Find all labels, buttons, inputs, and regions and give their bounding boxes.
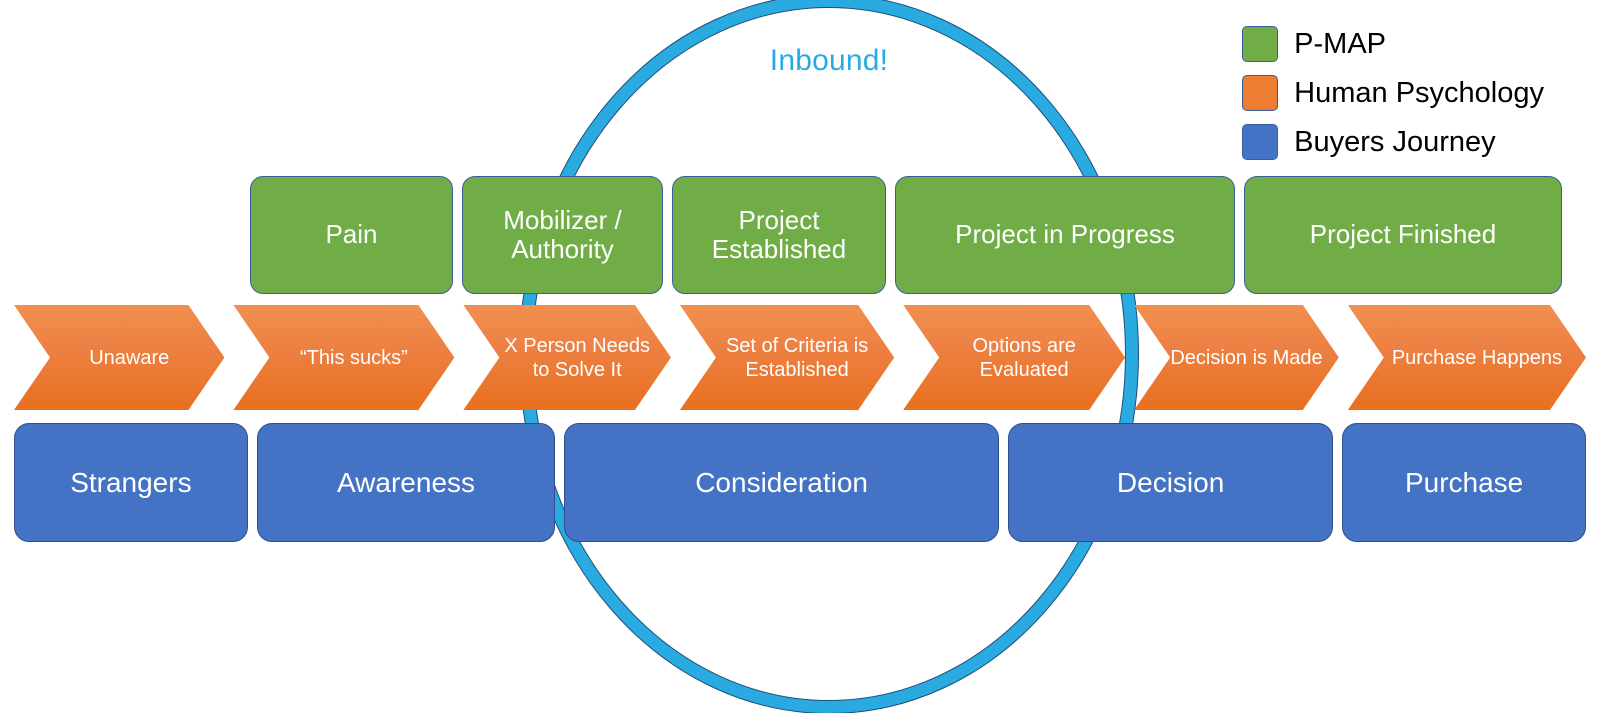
pmap-stage-label: Pain	[325, 219, 378, 250]
psychology-stage-decision-is-made[interactable]: Decision is Made	[1134, 305, 1339, 410]
pmap-stage-project-in-progress[interactable]: Project in Progress	[895, 176, 1235, 294]
pmap-stage-label: Project in Progress	[955, 219, 1175, 250]
pmap-stage-pain[interactable]: Pain	[250, 176, 453, 294]
psychology-stage-label: Unaware	[89, 346, 170, 369]
legend-item-human-psychology: Human Psychology	[1242, 75, 1544, 111]
journey-stage-label: Purchase	[1404, 466, 1524, 498]
buyers-journey-row: Strangers Awareness Consideration Decisi…	[14, 423, 1586, 542]
pmap-row: Pain Mobilizer / Authority Project Estab…	[0, 176, 1600, 294]
journey-stage-decision[interactable]: Decision	[1007, 423, 1334, 542]
journey-stage-awareness[interactable]: Awareness	[256, 423, 556, 542]
legend: P-MAP Human Psychology Buyers Journey	[1242, 26, 1544, 160]
human-psychology-row: Unaware “This sucks” X Person Needs to S…	[14, 305, 1586, 410]
journey-stage-label: Decision	[1116, 466, 1225, 498]
inbound-label: Inbound!	[769, 44, 889, 77]
journey-stage-label: Strangers	[70, 466, 192, 498]
psychology-stage-label: Decision is Made	[1170, 346, 1323, 369]
legend-label-human-psychology: Human Psychology	[1294, 76, 1544, 109]
psychology-stage-purchase-happens[interactable]: Purchase Happens	[1348, 305, 1586, 410]
orange-swatch	[1242, 75, 1279, 111]
psychology-stage-label: Purchase Happens	[1391, 346, 1562, 369]
psychology-stage-set-of-criteria-is-established[interactable]: Set of Criteria is Established	[680, 305, 894, 410]
green-swatch	[1242, 26, 1279, 62]
psychology-stage-label: “This sucks”	[300, 346, 408, 369]
pmap-stage-project-established[interactable]: Project Established	[672, 176, 886, 294]
psychology-stage-label: Set of Criteria is Established	[725, 334, 869, 381]
psychology-stage-this-sucks[interactable]: “This sucks”	[233, 305, 454, 410]
journey-stage-consideration[interactable]: Consideration	[564, 423, 999, 542]
psychology-stage-unaware[interactable]: Unaware	[14, 305, 224, 410]
legend-label-pmap: P-MAP	[1294, 27, 1386, 60]
pmap-stage-mobilizer-authority[interactable]: Mobilizer / Authority	[462, 176, 663, 294]
legend-item-buyers-journey: Buyers Journey	[1242, 124, 1496, 160]
journey-stage-purchase[interactable]: Purchase	[1342, 423, 1586, 542]
blue-swatch	[1242, 124, 1279, 160]
psychology-stage-label: X Person Needs to Solve It	[504, 334, 650, 381]
psychology-stage-label: Options are Evaluated	[972, 334, 1076, 381]
diagram-canvas: Inbound! P-MAP Human Psychology Buyers J…	[0, 0, 1600, 713]
legend-item-pmap: P-MAP	[1242, 26, 1386, 62]
pmap-stage-label: Project Established	[711, 204, 847, 264]
journey-stage-strangers[interactable]: Strangers	[14, 423, 248, 542]
psychology-stage-x-person-needs-to-solve-it[interactable]: X Person Needs to Solve It	[463, 305, 671, 410]
journey-stage-label: Consideration	[695, 466, 868, 498]
psychology-stage-options-are-evaluated[interactable]: Options are Evaluated	[903, 305, 1125, 410]
pmap-stage-project-finished[interactable]: Project Finished	[1244, 176, 1562, 294]
pmap-stage-label: Project Finished	[1309, 219, 1497, 250]
legend-label-buyers-journey: Buyers Journey	[1294, 125, 1496, 158]
journey-stage-label: Awareness	[337, 466, 476, 498]
pmap-stage-label: Mobilizer / Authority	[503, 204, 622, 264]
